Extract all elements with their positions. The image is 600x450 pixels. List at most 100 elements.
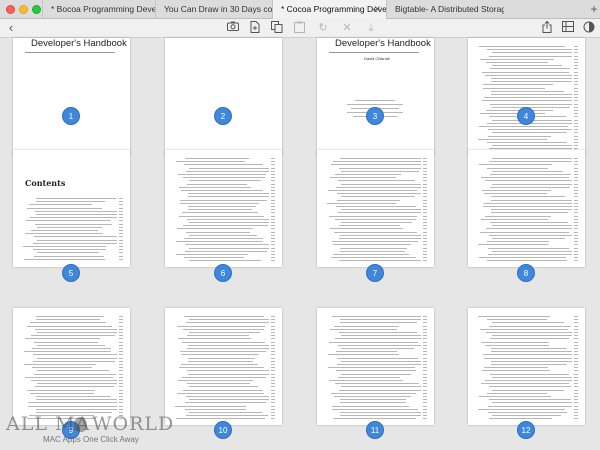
- grid-view-icon[interactable]: [561, 21, 575, 35]
- delete-icon[interactable]: ✕: [340, 21, 354, 35]
- page-ref: [119, 210, 123, 212]
- page-ref: [423, 376, 427, 378]
- text-line: [182, 212, 258, 214]
- tab-bigtable[interactable]: Bigtable- A Distributed Storage...: [386, 0, 504, 19]
- page-ref: [574, 158, 578, 159]
- text-line: [178, 380, 253, 381]
- download-icon[interactable]: ⤓: [364, 21, 378, 35]
- text-line: [487, 260, 567, 262]
- text-line: [483, 354, 572, 356]
- page-thumbnail[interactable]: [165, 38, 282, 155]
- page-ref: [574, 186, 578, 188]
- page-ref: [574, 357, 578, 359]
- page-ref: [119, 344, 123, 346]
- page-ref: [119, 246, 123, 247]
- page-thumbnail[interactable]: [13, 308, 130, 425]
- page-ref: [423, 319, 427, 321]
- page-ref: [423, 193, 427, 195]
- adjust-icon[interactable]: [582, 21, 596, 35]
- tab-cocoa[interactable]: ✕ * Cocoa Programming Develope: [272, 0, 386, 19]
- page-ref: [271, 357, 275, 359]
- page-number-badge: 10: [214, 421, 232, 439]
- page-ref: [271, 209, 275, 211]
- text-line: [24, 364, 96, 365]
- text-line: [491, 196, 565, 198]
- import-icon[interactable]: [248, 21, 262, 35]
- page-number-badge: 5: [62, 264, 80, 282]
- page-thumbnail[interactable]: [317, 150, 434, 267]
- text-line: [341, 183, 421, 185]
- page-thumbnail[interactable]: Developer's Handbook David Chisnall: [317, 38, 434, 155]
- duplicate-icon[interactable]: [270, 21, 284, 35]
- screenshot-icon[interactable]: [226, 21, 240, 35]
- page-thumbnail[interactable]: [468, 38, 585, 155]
- minimize-window-button[interactable]: [19, 5, 28, 14]
- page-thumbnail[interactable]: [468, 150, 585, 267]
- text-line: [340, 415, 421, 417]
- page-ref: [271, 316, 275, 317]
- page-thumbnail[interactable]: [468, 308, 585, 425]
- page-ref: [271, 402, 275, 404]
- page-ref: [574, 170, 578, 172]
- tab-label: * Cocoa Programming Develope: [281, 4, 386, 14]
- page-ref: [574, 367, 578, 369]
- page-ref: [271, 376, 275, 378]
- text-line: [480, 328, 568, 330]
- page-ref: [574, 316, 578, 317]
- page-ref: [574, 380, 578, 381]
- page-thumbnail[interactable]: [165, 150, 282, 267]
- text-line: [188, 344, 269, 346]
- text-line: [485, 215, 551, 217]
- text-line: [483, 84, 553, 86]
- page-ref: [423, 177, 427, 179]
- text-line: [338, 376, 400, 378]
- page-thumbnail[interactable]: [165, 308, 282, 425]
- page-ref: [574, 161, 578, 163]
- tab-draw-30-days[interactable]: You Can Draw in 30 Days copy: [155, 0, 272, 19]
- page-ref: [423, 396, 427, 397]
- text-line: [328, 367, 415, 369]
- close-window-button[interactable]: [6, 5, 15, 14]
- tab-label: Bigtable- A Distributed Storage...: [395, 4, 504, 14]
- page-thumbnail[interactable]: Contents: [13, 150, 130, 267]
- text-line: [334, 231, 417, 233]
- paste-icon[interactable]: [292, 21, 306, 35]
- text-line: [188, 206, 256, 207]
- page-ref: [423, 180, 427, 182]
- page-ref: [271, 325, 275, 327]
- text-line: [492, 145, 572, 147]
- page-number-badge: 11: [366, 421, 384, 439]
- page-ref: [574, 100, 578, 102]
- text-line: [37, 252, 99, 254]
- close-icon[interactable]: ✕: [373, 0, 381, 19]
- text-line: [329, 215, 417, 217]
- page-ref: [574, 180, 578, 182]
- text-line: [28, 405, 117, 407]
- text-line: [329, 380, 403, 381]
- text-line: [492, 322, 564, 324]
- text-line: [492, 52, 572, 54]
- page-ref: [574, 81, 578, 83]
- page-thumbnail[interactable]: Developer's Handbook: [13, 38, 130, 155]
- text-line: [487, 49, 572, 51]
- back-icon[interactable]: ‹: [4, 21, 18, 35]
- text-line: [330, 228, 403, 230]
- page-ref: [574, 199, 578, 201]
- page-ref: [271, 234, 275, 236]
- text-line: [336, 186, 421, 188]
- text-line: [187, 335, 249, 337]
- page-ref: [574, 209, 578, 211]
- page-ref: [423, 386, 427, 388]
- page-thumbnail[interactable]: [317, 308, 434, 425]
- new-tab-icon[interactable]: +: [587, 2, 600, 16]
- page-ref: [574, 364, 578, 365]
- text-line: [183, 225, 268, 227]
- rotate-icon[interactable]: ↻: [316, 21, 330, 35]
- page-ref: [271, 319, 275, 321]
- page-ref: [574, 119, 578, 121]
- zoom-window-button[interactable]: [32, 5, 41, 14]
- tab-bocoa[interactable]: * Bocoa Programming Develope: [42, 0, 155, 19]
- share-icon[interactable]: [540, 20, 554, 35]
- text-line: [337, 199, 400, 201]
- text-line: [189, 399, 269, 401]
